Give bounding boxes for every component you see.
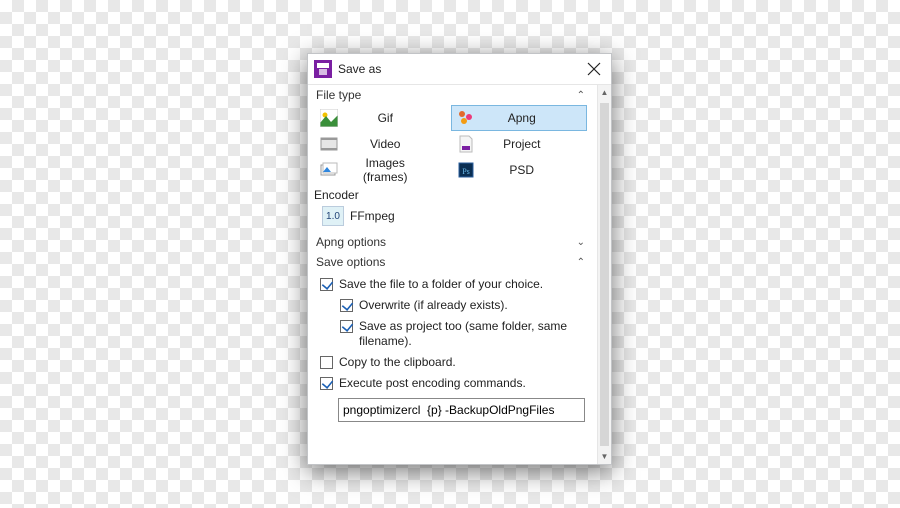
opt-post-encoding[interactable]: Execute post encoding commands. xyxy=(314,373,587,394)
svg-text:Ps: Ps xyxy=(462,167,470,176)
opt-save-project[interactable]: Save as project too (same folder, same f… xyxy=(314,316,587,352)
video-icon xyxy=(318,135,340,153)
filetype-project[interactable]: Project xyxy=(451,131,588,157)
filetype-frames-label: Images (frames) xyxy=(342,156,449,184)
close-button[interactable] xyxy=(579,54,609,84)
section-encoder-label: Encoder xyxy=(314,188,585,202)
filetype-project-label: Project xyxy=(479,137,586,151)
window-title: Save as xyxy=(338,62,579,76)
filetype-psd[interactable]: Ps PSD xyxy=(451,157,588,183)
gif-icon xyxy=(318,109,340,127)
filetype-psd-label: PSD xyxy=(479,163,586,177)
chevron-up-icon: ⌃ xyxy=(577,257,585,268)
section-apng-options[interactable]: Apng options ⌄ xyxy=(308,232,593,252)
settings-panel: File type ⌃ Gif xyxy=(308,85,597,464)
encoder-row[interactable]: 1.0 FFmpeg xyxy=(308,203,593,232)
filetype-apng[interactable]: Apng xyxy=(451,105,588,131)
opt-overwrite-checkbox[interactable] xyxy=(340,299,353,312)
opt-save-project-label: Save as project too (same folder, same f… xyxy=(359,319,587,349)
opt-save-to-folder-label: Save the file to a folder of your choice… xyxy=(339,277,587,292)
section-encoder: Encoder xyxy=(308,185,593,203)
filetype-frames[interactable]: Images (frames) xyxy=(314,157,451,183)
post-encoding-command-input[interactable] xyxy=(338,398,585,422)
filetype-gif-label: Gif xyxy=(342,111,449,125)
chevron-down-icon: ⌄ xyxy=(577,237,585,248)
opt-copy-clipboard[interactable]: Copy to the clipboard. xyxy=(314,352,587,373)
file-type-grid: Gif Apng xyxy=(308,105,593,185)
images-icon xyxy=(318,161,340,179)
project-icon xyxy=(455,135,477,153)
apng-icon xyxy=(455,109,477,127)
section-apng-options-label: Apng options xyxy=(316,235,577,249)
opt-save-to-folder-checkbox[interactable] xyxy=(320,278,333,291)
scroll-down-button[interactable]: ▼ xyxy=(598,449,611,464)
opt-copy-clipboard-checkbox[interactable] xyxy=(320,356,333,369)
opt-post-encoding-label: Execute post encoding commands. xyxy=(339,376,587,391)
save-icon xyxy=(314,60,332,78)
scroll-thumb[interactable] xyxy=(600,103,609,446)
opt-save-to-folder[interactable]: Save the file to a folder of your choice… xyxy=(314,274,587,295)
filetype-apng-label: Apng xyxy=(479,111,586,125)
filetype-gif[interactable]: Gif xyxy=(314,105,451,131)
chevron-up-icon: ⌃ xyxy=(577,90,585,101)
section-save-options-label: Save options xyxy=(316,255,577,269)
section-file-type-label: File type xyxy=(316,88,577,102)
close-icon xyxy=(587,62,601,76)
titlebar: Save as xyxy=(308,54,611,85)
opt-overwrite-label: Overwrite (if already exists). xyxy=(359,298,587,313)
opt-copy-clipboard-label: Copy to the clipboard. xyxy=(339,355,587,370)
encoder-version-badge: 1.0 xyxy=(322,206,344,226)
save-options-block: Save the file to a folder of your choice… xyxy=(308,272,593,422)
encoder-name: FFmpeg xyxy=(350,209,395,223)
filetype-video-label: Video xyxy=(342,137,449,151)
opt-post-encoding-checkbox[interactable] xyxy=(320,377,333,390)
section-save-options[interactable]: Save options ⌃ xyxy=(308,252,593,272)
save-as-dialog: Save as File type ⌃ xyxy=(307,53,612,465)
scrollbar[interactable]: ▲ ▼ xyxy=(597,85,611,464)
psd-icon: Ps xyxy=(455,161,477,179)
scroll-up-button[interactable]: ▲ xyxy=(598,85,611,100)
opt-overwrite[interactable]: Overwrite (if already exists). xyxy=(314,295,587,316)
section-file-type[interactable]: File type ⌃ xyxy=(308,85,593,105)
opt-save-project-checkbox[interactable] xyxy=(340,320,353,333)
filetype-video[interactable]: Video xyxy=(314,131,451,157)
